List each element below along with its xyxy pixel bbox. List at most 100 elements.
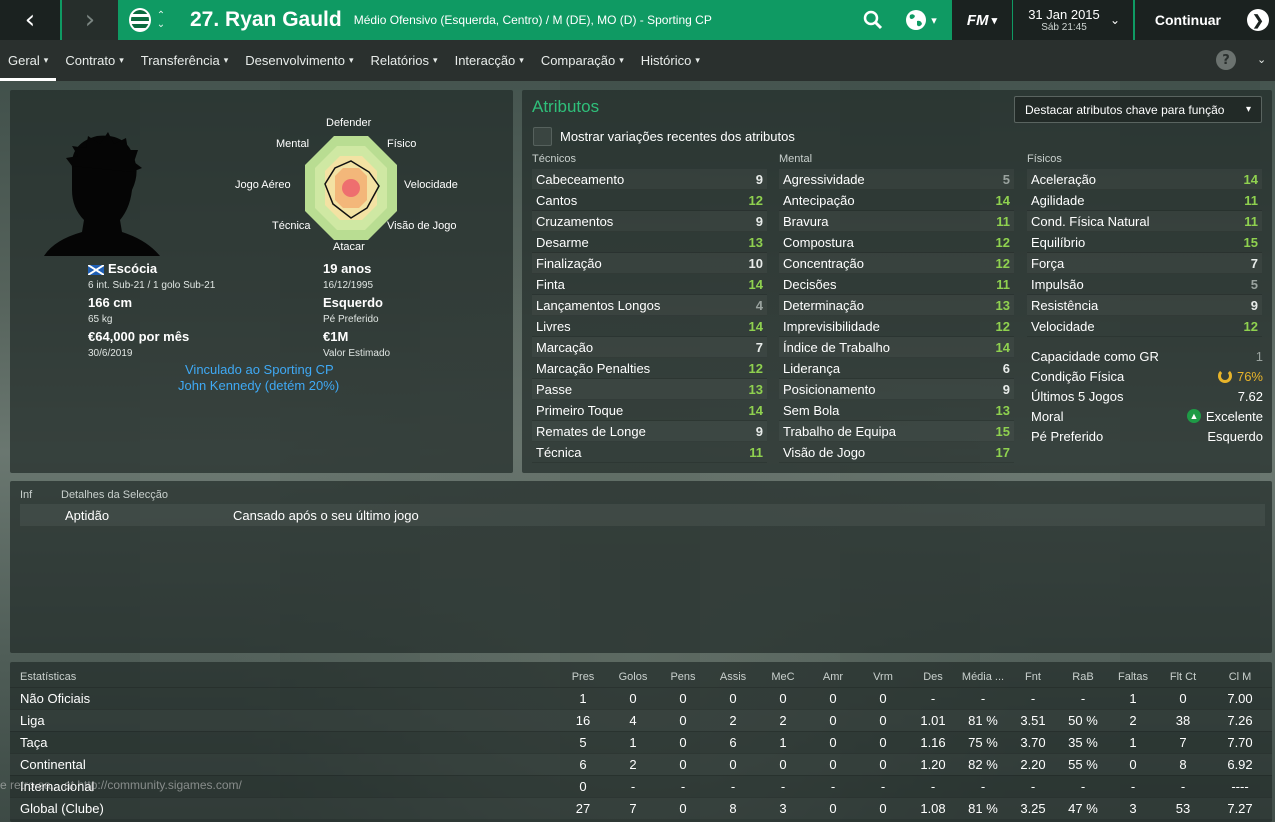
attribute-row[interactable]: Cabeceamento 9 xyxy=(532,169,767,190)
attribute-value: 9 xyxy=(755,423,763,439)
forward-button[interactable]: › xyxy=(62,0,118,40)
attribute-row[interactable]: Desarme 13 xyxy=(532,232,767,253)
continue-button[interactable]: Continuar ❯ xyxy=(1135,0,1275,40)
world-menu-button[interactable]: ▾ xyxy=(896,0,946,40)
attribute-row[interactable]: Marcação Penalties 12 xyxy=(532,358,767,379)
stats-column-header[interactable]: Estatísticas xyxy=(10,667,558,687)
back-button[interactable]: ‹ xyxy=(0,0,60,40)
stats-column-header[interactable]: Des xyxy=(908,667,958,687)
stats-cell: 7.27 xyxy=(1208,796,1272,819)
stats-row[interactable]: Global (Clube) 27 7 0 8 3 0 0 1.08 81 % 3.25 47 % 3 5… xyxy=(10,796,1272,819)
tab-label: Relatórios xyxy=(370,53,430,68)
stats-column-header[interactable]: MeC xyxy=(758,667,808,687)
stats-column-header[interactable]: Fnt xyxy=(1008,667,1058,687)
selection-row[interactable]: Aptidão Cansado após o seu último jogo xyxy=(20,504,1265,526)
attribute-row[interactable]: Cruzamentos 9 xyxy=(532,211,767,232)
stats-cell: - xyxy=(1108,774,1158,797)
attribute-row[interactable]: Concentração 12 xyxy=(779,253,1014,274)
stats-column-header[interactable]: Flt Ct xyxy=(1158,667,1208,687)
stats-column-header[interactable]: Pens xyxy=(658,667,708,687)
attribute-row[interactable]: Passe 13 xyxy=(532,379,767,400)
tab-geral[interactable]: Geral ▾ xyxy=(0,40,57,81)
tab-interaccao[interactable]: Interacção ▾ xyxy=(447,40,532,81)
attribute-name: Compostura xyxy=(783,234,854,250)
attribute-row[interactable]: Compostura 12 xyxy=(779,232,1014,253)
stats-row[interactable]: Não Oficiais 1 0 0 0 0 0 0- - - -1 0 7.00 xyxy=(10,686,1272,709)
attribute-row[interactable]: Índice de Trabalho 14 xyxy=(779,337,1014,358)
stats-cell: 6.92 xyxy=(1208,752,1272,775)
attribute-row[interactable]: Determinação 13 xyxy=(779,295,1014,316)
help-icon[interactable]: ? xyxy=(1216,50,1236,70)
attribute-row[interactable]: Trabalho de Equipa 15 xyxy=(779,421,1014,442)
stats-row[interactable]: Taça 5 1 0 6 1 0 0 1.16 75 % 3.70 35 % 1 7 7.70 xyxy=(10,730,1272,753)
attribute-name: Índice de Trabalho xyxy=(783,339,890,355)
attribute-row[interactable]: Remates de Longe 9 xyxy=(532,421,767,442)
attribute-row[interactable]: Decisões 11 xyxy=(779,274,1014,295)
attribute-row[interactable]: Cond. Física Natural 11 xyxy=(1027,211,1262,232)
attribute-value: 11 xyxy=(996,213,1010,229)
attribute-row[interactable]: Sem Bola 13 xyxy=(779,400,1014,421)
stats-column-header[interactable]: Pres xyxy=(558,667,608,687)
highlight-role-dropdown[interactable]: Destacar atributos chave para função ▾ xyxy=(1014,96,1262,123)
tab-desenvolvimento[interactable]: Desenvolvimento ▾ xyxy=(237,40,361,81)
attribute-row[interactable]: Impulsão 5 xyxy=(1027,274,1262,295)
attribute-row[interactable]: Agressividade 5 xyxy=(779,169,1014,190)
show-changes-checkbox[interactable] xyxy=(533,127,552,146)
stats-row[interactable]: Continental 6 2 0 0 0 0 0 1.20 82 % 2.20 55 % 0 8 6.92 xyxy=(10,752,1272,775)
chevron-down-icon[interactable]: ⌄ xyxy=(1106,0,1124,40)
stats-cell: 0 xyxy=(808,730,858,753)
co-owner-link[interactable]: John Kennedy (detém 20%) xyxy=(178,378,339,393)
attribute-row[interactable]: Posicionamento 9 xyxy=(779,379,1014,400)
attribute-row[interactable]: Finta 14 xyxy=(532,274,767,295)
attribute-row[interactable]: Bravura 11 xyxy=(779,211,1014,232)
stats-column-header[interactable]: Golos xyxy=(608,667,658,687)
attribute-row[interactable]: Força 7 xyxy=(1027,253,1262,274)
info-label: Pé Preferido xyxy=(1031,428,1104,444)
attribute-row[interactable]: Liderança 6 xyxy=(779,358,1014,379)
attribute-name: Aceleração xyxy=(1031,171,1097,187)
attribute-row[interactable]: Antecipação 14 xyxy=(779,190,1014,211)
tab-comparacao[interactable]: Comparação ▾ xyxy=(533,40,632,81)
attribute-value: 12 xyxy=(995,234,1010,250)
attribute-row[interactable]: Agilidade 11 xyxy=(1027,190,1262,211)
stats-column-header[interactable]: Assis xyxy=(708,667,758,687)
club-badge-icon xyxy=(128,8,151,32)
tab-relatorios[interactable]: Relatórios ▾ xyxy=(363,40,446,81)
up-down-icon[interactable]: ⌃ ⌄ xyxy=(157,11,165,30)
tab-historico[interactable]: Histórico ▾ xyxy=(633,40,708,81)
tab-contrato[interactable]: Contrato ▾ xyxy=(57,40,131,81)
stats-column-header[interactable]: Média ... xyxy=(958,667,1008,687)
date-of-birth: 16/12/1995 xyxy=(323,280,374,291)
attribute-row[interactable]: Técnica 11 xyxy=(532,442,767,463)
stats-column-header[interactable]: RaB xyxy=(1058,667,1108,687)
show-changes-label[interactable]: Mostrar variações recentes dos atributos xyxy=(560,129,795,144)
attribute-row[interactable]: Velocidade 12 xyxy=(1027,316,1262,337)
preferred-foot: Esquerdo xyxy=(323,295,383,310)
chevron-down-icon[interactable]: ⌄ xyxy=(1257,53,1266,66)
attribute-row[interactable]: Finalização 10 xyxy=(532,253,767,274)
attribute-row[interactable]: Resistência 9 xyxy=(1027,295,1262,316)
attribute-value: 13 xyxy=(748,234,763,250)
attribute-row[interactable]: Primeiro Toque 14 xyxy=(532,400,767,421)
attribute-row[interactable]: Aceleração 14 xyxy=(1027,169,1262,190)
nationality[interactable]: Escócia xyxy=(88,261,157,276)
stats-column-header[interactable]: Amr xyxy=(808,667,858,687)
stats-column-header[interactable]: Cl M xyxy=(1208,667,1272,687)
stats-column-header[interactable]: Vrm xyxy=(858,667,908,687)
attribute-row[interactable]: Lançamentos Longos 4 xyxy=(532,295,767,316)
attribute-name: Antecipação xyxy=(783,192,855,208)
attribute-row[interactable]: Cantos 12 xyxy=(532,190,767,211)
attribute-row[interactable]: Livres 14 xyxy=(532,316,767,337)
club-link[interactable]: Vinculado ao Sporting CP xyxy=(185,362,334,377)
club-switcher[interactable]: ⌃ ⌄ xyxy=(118,0,176,40)
attribute-row[interactable]: Visão de Jogo 17 xyxy=(779,442,1014,463)
attribute-row[interactable]: Imprevisibilidade 12 xyxy=(779,316,1014,337)
stats-cell: - xyxy=(1158,774,1208,797)
stats-column-header[interactable]: Faltas xyxy=(1108,667,1158,687)
search-button[interactable] xyxy=(856,0,890,40)
tab-transferencia[interactable]: Transferência ▾ xyxy=(133,40,237,81)
fm-menu-button[interactable]: FM ▾ xyxy=(952,0,1012,40)
stats-row[interactable]: Liga 16 4 0 2 2 0 0 1.01 81 % 3.51 50 % 2 38 7.26 xyxy=(10,708,1272,731)
attribute-row[interactable]: Marcação 7 xyxy=(532,337,767,358)
attribute-row[interactable]: Equilíbrio 15 xyxy=(1027,232,1262,253)
